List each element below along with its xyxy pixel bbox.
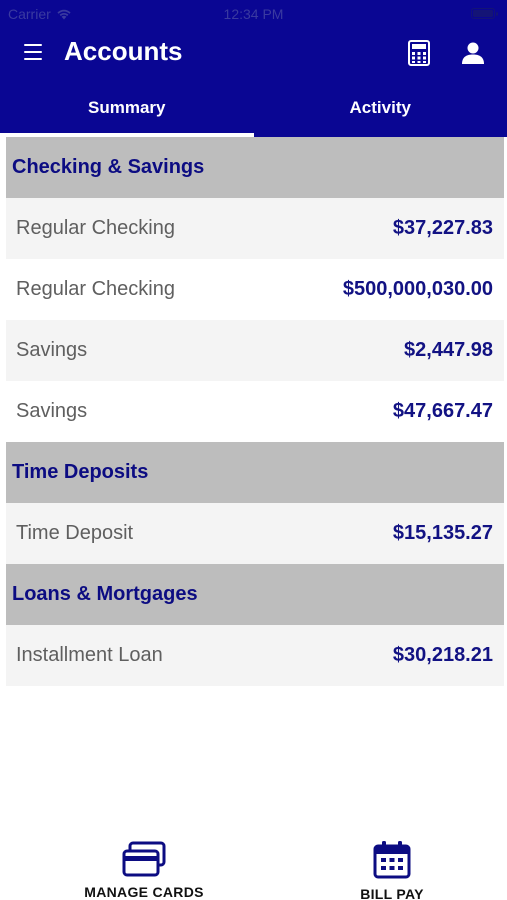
calendar-icon xyxy=(373,841,411,879)
account-name: Savings xyxy=(16,400,88,422)
manage-cards-label: MANAGE CARDS xyxy=(84,884,204,900)
section-header-loans-mortgages: Loans & Mortgages xyxy=(6,564,504,625)
battery-icon xyxy=(471,8,498,19)
bill-pay-button[interactable]: BILL PAY xyxy=(292,830,492,900)
section-header-checking-savings: Checking & Savings xyxy=(6,137,504,198)
nav-bar: Accounts xyxy=(0,28,507,80)
tab-summary-label: Summary xyxy=(88,98,166,117)
status-time: 12:34 PM xyxy=(223,6,284,22)
account-row[interactable]: Regular Checking $500,000,030.00 xyxy=(6,259,504,320)
bottom-action-bar: MANAGE CARDS BILL PAY xyxy=(0,830,507,900)
cards-icon xyxy=(122,841,166,877)
tab-activity[interactable]: Activity xyxy=(254,80,507,137)
account-row[interactable]: Savings $47,667.47 xyxy=(6,381,504,442)
tab-summary[interactable]: Summary xyxy=(0,80,254,137)
section-header-time-deposits: Time Deposits xyxy=(6,442,504,503)
account-balance: $500,000,030.00 xyxy=(342,278,493,300)
account-balance: $37,227.83 xyxy=(392,217,493,239)
account-name: Savings xyxy=(16,339,88,361)
account-row[interactable]: Time Deposit $15,135.27 xyxy=(6,503,504,564)
calculator-icon[interactable] xyxy=(408,40,430,66)
account-row[interactable]: Regular Checking $37,227.83 xyxy=(6,198,504,259)
user-profile-icon[interactable] xyxy=(460,40,486,66)
account-name: Installment Loan xyxy=(16,644,163,666)
hamburger-menu-icon[interactable] xyxy=(24,44,42,60)
status-bar: Carrier 12:34 PM xyxy=(0,0,507,28)
account-balance: $2,447.98 xyxy=(404,339,493,361)
account-row[interactable]: Savings $2,447.98 xyxy=(6,320,504,381)
tab-bar: Summary Activity xyxy=(0,80,507,137)
account-row[interactable]: Installment Loan $30,218.21 xyxy=(6,625,504,686)
app-header: Carrier 12:34 PM Accounts Summary Activi… xyxy=(0,0,507,137)
account-name: Regular Checking xyxy=(16,217,175,239)
bill-pay-label: BILL PAY xyxy=(360,886,424,900)
account-balance: $15,135.27 xyxy=(392,522,493,544)
account-balance: $30,218.21 xyxy=(392,644,493,666)
account-balance: $47,667.47 xyxy=(392,400,493,422)
accounts-list: Checking & Savings Regular Checking $37,… xyxy=(6,137,504,686)
account-name: Time Deposit xyxy=(16,522,134,544)
page-title: Accounts xyxy=(64,36,183,66)
account-name: Regular Checking xyxy=(16,278,175,300)
manage-cards-button[interactable]: MANAGE CARDS xyxy=(44,830,244,900)
tab-activity-label: Activity xyxy=(349,98,411,117)
